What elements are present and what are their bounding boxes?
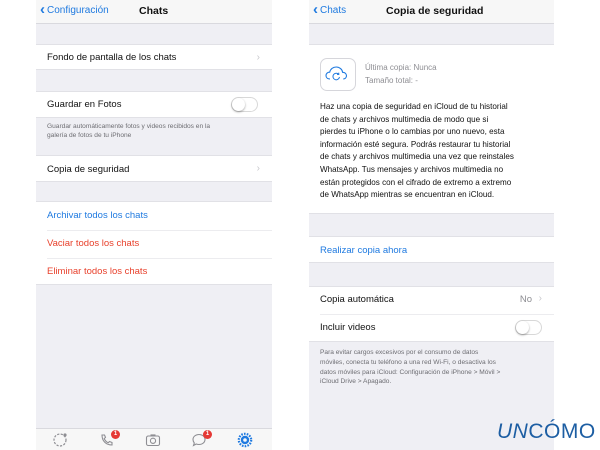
chevron-right-icon: › — [256, 52, 260, 63]
chats-badge: 1 — [203, 430, 212, 439]
description-line: Haz una copia de seguridad en iCloud de … — [320, 102, 508, 111]
backup-now-row[interactable]: Realizar copia ahora — [309, 236, 554, 263]
icloud-backup-icon — [320, 58, 356, 91]
auto-backup-label: Copia automática — [320, 294, 394, 305]
description-line: de chats y archivos multimedia de modo q… — [320, 114, 489, 124]
description-line: de WhatsApp mientras se encuentran en iC… — [320, 190, 495, 200]
backup-screen: ‹ Chats Copia de seguridad Última copia:… — [309, 0, 554, 450]
save-photos-toggle[interactable] — [231, 97, 258, 112]
tab-chats[interactable]: 1 — [190, 430, 212, 448]
footnote-line: iCloud Drive > Apagado. — [320, 378, 392, 386]
back-label: Chats — [320, 4, 347, 16]
description-line: WhatsApp. Tus mensajes y archivos multim… — [320, 164, 504, 174]
cellular-footnote: Para evitar cargos excesivos por el cons… — [320, 348, 500, 387]
backup-row[interactable]: Copia de seguridad › — [36, 155, 272, 182]
settings-icon — [237, 432, 253, 448]
nav-bar: ‹ Chats Copia de seguridad — [309, 0, 554, 24]
backup-info-card: Última copia: Nunca Tamaño total: - Haz … — [309, 44, 554, 214]
cloud-refresh-icon — [325, 66, 348, 81]
save-photos-label: Guardar en Fotos — [47, 99, 122, 110]
toggle-knob — [232, 98, 245, 111]
archive-all-button[interactable]: Archivar todos los chats — [47, 210, 148, 221]
backup-options-group: Copia automática No › Incluir videos — [309, 286, 554, 342]
footnote-line: móviles, conecta tu teléfono a una red W… — [320, 358, 496, 366]
back-label: Configuración — [47, 4, 109, 16]
description-line: información esté segura. Podrás restaura… — [320, 139, 511, 149]
tab-bar: 1 1 — [36, 428, 272, 450]
save-photos-row: Guardar en Fotos — [36, 91, 272, 118]
auto-backup-row[interactable]: Copia automática No › — [309, 287, 554, 314]
logo-part-1: UN — [497, 420, 529, 443]
back-button[interactable]: ‹ Configuración — [40, 1, 109, 18]
wallpaper-row[interactable]: Fondo de pantalla de los chats › — [36, 44, 272, 70]
backup-description: Haz una copia de seguridad en iCloud de … — [320, 101, 545, 202]
clear-all-button[interactable]: Vaciar todos los chats — [47, 238, 139, 249]
auto-backup-value: No — [519, 294, 532, 305]
tab-settings[interactable] — [236, 432, 254, 448]
toggle-knob — [516, 321, 529, 334]
chevron-right-icon: › — [256, 163, 260, 174]
camera-icon — [145, 434, 161, 447]
backup-label: Copia de seguridad — [47, 164, 130, 175]
save-photos-footnote: Guardar automáticamente fotos y videos r… — [47, 122, 210, 140]
divider — [47, 258, 272, 259]
logo-part-2: CÓMO — [528, 420, 596, 443]
calls-badge: 1 — [111, 430, 120, 439]
divider — [47, 230, 272, 231]
last-backup-text: Última copia: Nunca — [365, 63, 437, 72]
total-size-text: Tamaño total: - — [365, 76, 418, 85]
tab-camera[interactable] — [144, 432, 162, 448]
include-videos-label: Incluir videos — [320, 322, 376, 333]
nav-bar: ‹ Configuración Chats — [36, 0, 272, 24]
page-title: Chats — [139, 5, 169, 17]
include-videos-row: Incluir videos — [309, 315, 554, 342]
chats-settings-screen: ‹ Configuración Chats Fondo de pantalla … — [36, 0, 272, 450]
chat-actions-group: Archivar todos los chats Vaciar todos lo… — [36, 201, 272, 285]
description-line: de chats y archivos multimedia una vez q… — [320, 152, 514, 162]
description-line: pierdes tu iPhone o lo cambias por uno n… — [320, 127, 505, 137]
uncomo-logo: UNCÓMO — [497, 420, 596, 444]
chevron-left-icon: ‹ — [40, 1, 45, 18]
backup-now-button[interactable]: Realizar copia ahora — [320, 245, 407, 256]
tab-calls[interactable]: 1 — [98, 430, 120, 448]
wallpaper-label: Fondo de pantalla de los chats — [47, 52, 177, 63]
chevron-right-icon: › — [538, 293, 542, 304]
status-icon — [53, 433, 67, 447]
back-button[interactable]: ‹ Chats — [313, 1, 347, 18]
chevron-left-icon: ‹ — [313, 1, 318, 18]
delete-all-button[interactable]: Eliminar todos los chats — [47, 266, 147, 277]
footnote-line: Guardar automáticamente fotos y videos r… — [47, 123, 211, 130]
include-videos-toggle[interactable] — [515, 320, 542, 335]
page-title: Copia de seguridad — [386, 5, 484, 17]
tab-status[interactable] — [51, 432, 69, 448]
footnote-line: Para evitar cargos excesivos por el cons… — [320, 349, 479, 356]
description-line: están protegidos con el cifrado de extre… — [320, 177, 512, 187]
footnote-line: galería de fotos de tu iPhone — [47, 132, 132, 139]
footnote-line: datos móviles para iCloud: Configuración… — [320, 368, 501, 376]
